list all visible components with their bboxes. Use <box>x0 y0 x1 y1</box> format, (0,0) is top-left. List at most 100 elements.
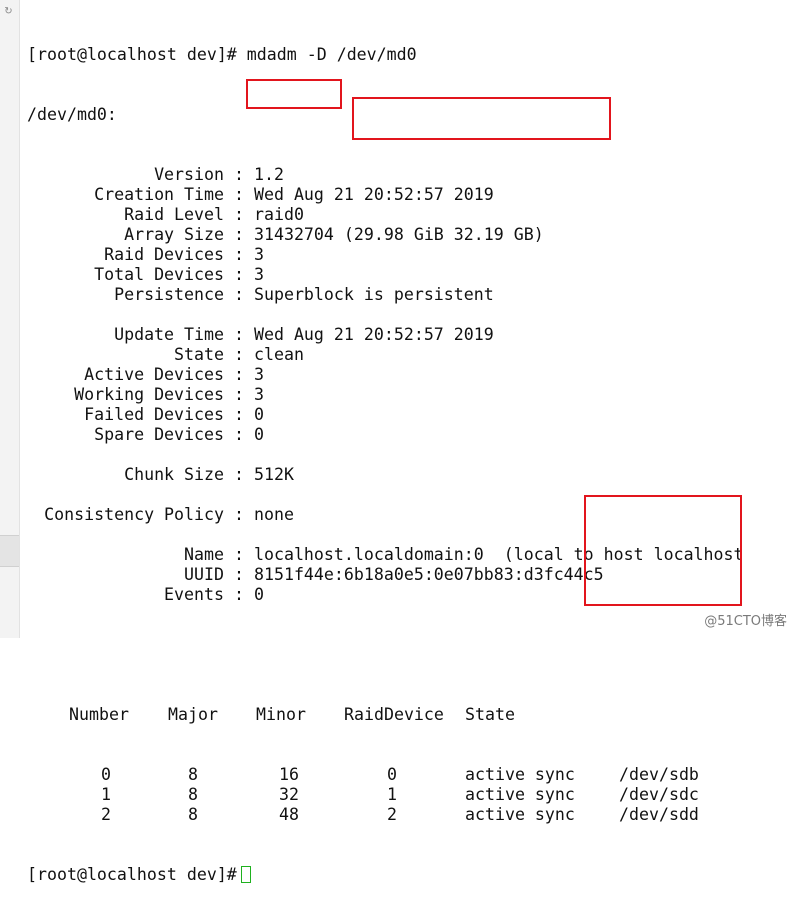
info-value: raid0 <box>253 205 304 224</box>
refresh-icon[interactable]: ↻ <box>3 6 14 17</box>
info-row: Active Devices : 3 <box>27 365 744 385</box>
info-row: Raid Devices : 3 <box>27 245 744 265</box>
info-value: 512K <box>253 465 294 484</box>
info-value: 0 <box>253 405 264 424</box>
watermark: @51CTO博客 <box>704 614 787 629</box>
info-separator: : <box>224 465 254 484</box>
left-gutter: ↻ <box>0 0 20 638</box>
info-separator: : <box>224 345 254 364</box>
info-row: Raid Level : raid0 <box>27 205 744 225</box>
info-separator: : <box>224 425 254 444</box>
info-value: 31432704 (29.98 GiB 32.19 GB) <box>253 225 544 244</box>
cell-number: 2 <box>101 805 111 824</box>
info-label: Total Devices <box>94 265 224 284</box>
cell-minor: 16 <box>279 765 299 784</box>
info-separator: : <box>224 365 254 384</box>
info-label: Version <box>154 165 224 184</box>
cell-device: /dev/sdb <box>619 765 699 784</box>
info-label: Raid Level <box>124 205 224 224</box>
info-separator: : <box>224 405 254 424</box>
terminal-cursor <box>240 866 251 883</box>
info-separator: : <box>224 505 254 524</box>
device-paths-highlight <box>584 495 742 606</box>
info-separator: : <box>224 385 254 404</box>
info-value: 8151f44e:6b18a0e5:0e07bb83:d3fc44c5 <box>253 565 604 584</box>
info-value: 3 <box>253 265 264 284</box>
cell-minor: 32 <box>279 785 299 804</box>
info-value: 1.2 <box>253 165 284 184</box>
info-value: 3 <box>253 365 264 384</box>
info-label: Raid Devices <box>104 245 224 264</box>
info-label: Chunk Size <box>124 465 224 484</box>
info-row: Spare Devices : 0 <box>27 425 744 445</box>
info-value: none <box>253 505 294 524</box>
info-value: 0 <box>253 585 264 604</box>
info-value: 3 <box>253 245 264 264</box>
cell-state: active sync <box>465 785 575 804</box>
info-separator: : <box>224 545 254 564</box>
col-number: Number <box>69 705 129 724</box>
info-value: Wed Aug 21 20:52:57 2019 <box>253 325 494 344</box>
cell-major: 8 <box>188 805 198 824</box>
info-value: Superblock is persistent <box>253 285 494 304</box>
info-row: State : clean <box>27 345 744 365</box>
table-row: 0 8 16 0 active sync/dev/sdb <box>27 765 744 785</box>
info-value: 3 <box>253 385 264 404</box>
cell-major: 8 <box>188 785 198 804</box>
cell-state: active sync <box>465 805 575 824</box>
command-line: [root@localhost dev]# mdadm -D /dev/md0 <box>27 45 417 64</box>
info-row: Array Size : 31432704 (29.98 GiB 32.19 G… <box>27 225 744 245</box>
info-label: State <box>174 345 224 364</box>
cell-major: 8 <box>188 765 198 784</box>
cell-raid-device: 2 <box>387 805 397 824</box>
prompt-line: [root@localhost dev]# <box>27 865 744 885</box>
table-row: 1 8 32 1 active sync/dev/sdc <box>27 785 744 805</box>
info-row: Persistence : Superblock is persistent <box>27 285 744 305</box>
device-table-body: 0 8 16 0 active sync/dev/sdb 1 8 32 1 active sync… <box>27 765 744 825</box>
gutter-marker <box>0 535 19 567</box>
cell-state: active sync <box>465 765 575 784</box>
info-row: Version : 1.2 <box>27 165 744 185</box>
info-separator: : <box>224 225 254 244</box>
cell-number: 1 <box>101 785 111 804</box>
info-row: Total Devices : 3 <box>27 265 744 285</box>
array-size-highlight <box>352 97 611 140</box>
info-label: Name <box>184 545 224 564</box>
info-label: Failed Devices <box>84 405 224 424</box>
info-row: Update Time : Wed Aug 21 20:52:57 2019 <box>27 325 744 345</box>
info-label: Persistence <box>114 285 224 304</box>
info-row: Creation Time : Wed Aug 21 20:52:57 2019 <box>27 185 744 205</box>
col-raid-device: RaidDevice <box>344 705 444 724</box>
info-separator: : <box>224 205 254 224</box>
info-separator: : <box>224 165 254 184</box>
info-value: clean <box>253 345 304 364</box>
info-separator: : <box>224 325 254 344</box>
info-label: Creation Time <box>94 185 224 204</box>
info-separator: : <box>224 285 254 304</box>
info-label: Consistency Policy <box>44 505 224 524</box>
info-separator: : <box>224 185 254 204</box>
info-row: Failed Devices : 0 <box>27 405 744 425</box>
col-major: Major <box>168 705 218 724</box>
info-label: Array Size <box>124 225 224 244</box>
cell-device: /dev/sdc <box>619 785 699 804</box>
device-table-header: Number Major Minor RaidDevice State <box>27 705 744 725</box>
info-value: Wed Aug 21 20:52:57 2019 <box>253 185 494 204</box>
info-label: UUID <box>184 565 224 584</box>
info-row: Working Devices : 3 <box>27 385 744 405</box>
col-state: State <box>465 705 515 724</box>
cell-raid-device: 0 <box>387 765 397 784</box>
info-label: Working Devices <box>74 385 224 404</box>
info-value: 0 <box>253 425 264 444</box>
info-label: Events <box>164 585 224 604</box>
col-minor: Minor <box>256 705 306 724</box>
cell-number: 0 <box>101 765 111 784</box>
info-label: Update Time <box>114 325 224 344</box>
terminal-output[interactable]: [root@localhost dev]# mdadm -D /dev/md0 … <box>27 5 744 905</box>
cell-device: /dev/sdd <box>619 805 699 824</box>
info-separator: : <box>224 265 254 284</box>
info-separator: : <box>224 565 254 584</box>
